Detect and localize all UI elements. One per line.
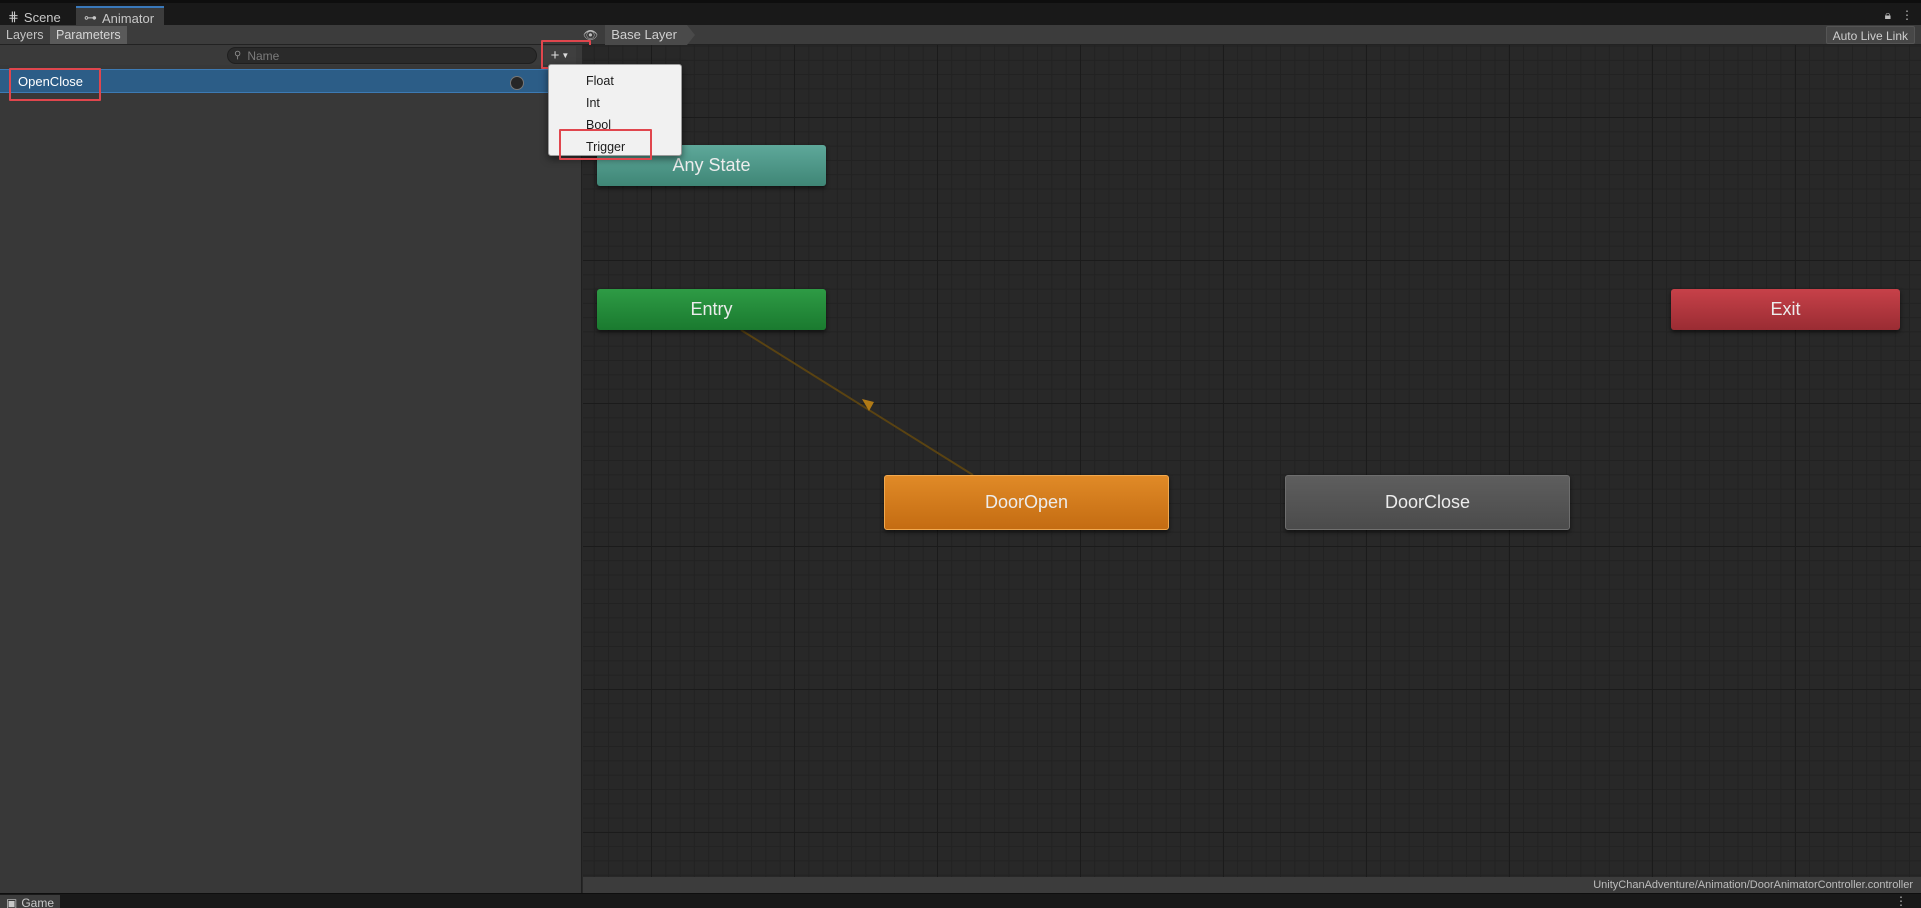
game-controller-icon: ▣ bbox=[6, 896, 18, 908]
breadcrumb: 👁︎ Base Layer bbox=[583, 25, 695, 45]
layers-tab-button[interactable]: Layers bbox=[0, 26, 50, 44]
menu-item-trigger[interactable]: Trigger bbox=[549, 136, 681, 158]
eye-icon[interactable]: 👁︎ bbox=[583, 28, 598, 42]
state-entry[interactable]: Entry bbox=[597, 289, 826, 330]
parameter-name[interactable]: OpenClose bbox=[18, 74, 83, 89]
auto-live-link-button[interactable]: Auto Live Link bbox=[1825, 26, 1915, 44]
controller-path: UnityChanAdventure/Animation/DoorAnimato… bbox=[583, 877, 1921, 893]
parameter-type-menu: Float Int Bool Trigger bbox=[548, 64, 682, 156]
parameter-search-input[interactable] bbox=[247, 48, 518, 63]
add-parameter-button[interactable]: + ▼ bbox=[544, 46, 576, 65]
lock-icon[interactable]: 🔒︎ bbox=[1885, 8, 1891, 23]
parameters-panel: ⚲ + ▼ OpenClose bbox=[0, 45, 582, 893]
chevron-down-icon: ▼ bbox=[561, 51, 570, 60]
grid-icon: ⋕ bbox=[8, 9, 19, 24]
more-options-icon[interactable]: ⋮ bbox=[1901, 8, 1913, 23]
parameter-search-field[interactable]: ⚲ bbox=[227, 47, 537, 64]
tab-game[interactable]: ▣ Game bbox=[0, 895, 61, 908]
tab-animator-label: Animator bbox=[102, 10, 155, 26]
tab-game-label: Game bbox=[21, 896, 55, 908]
menu-item-float[interactable]: Float bbox=[549, 70, 681, 92]
breadcrumb-base-layer[interactable]: Base Layer bbox=[605, 25, 695, 45]
state-machine-graph[interactable]: Any State Entry Exit DoorOpen DoorClose bbox=[583, 45, 1921, 877]
plus-icon: + bbox=[550, 47, 560, 64]
parameter-row[interactable]: OpenClose bbox=[0, 69, 582, 93]
more-options-icon[interactable]: ⋮ bbox=[1895, 894, 1907, 908]
animator-icon: ⊶ bbox=[84, 10, 97, 25]
parameters-tab-button[interactable]: Parameters bbox=[50, 26, 127, 44]
state-exit[interactable]: Exit bbox=[1671, 289, 1900, 330]
animator-toolbar: Layers Parameters 👁︎ Base Layer Auto Liv… bbox=[0, 25, 1921, 45]
window-tab-bar: ⋕ Scene ⊶ Animator 🔒︎ ⋮ bbox=[0, 0, 1921, 28]
window-controls: 🔒︎ ⋮ bbox=[1885, 8, 1913, 23]
tab-scene-label: Scene bbox=[23, 9, 61, 25]
bottom-tab-bar: ▣ Game ⋮ bbox=[0, 893, 1921, 908]
menu-item-int[interactable]: Int bbox=[549, 92, 681, 114]
trigger-toggle[interactable] bbox=[510, 76, 524, 90]
search-icon: ⚲ bbox=[234, 50, 242, 61]
state-door-close[interactable]: DoorClose bbox=[1285, 475, 1570, 530]
menu-item-bool[interactable]: Bool bbox=[549, 114, 681, 136]
state-door-open[interactable]: DoorOpen bbox=[884, 475, 1169, 530]
parameter-search-row: ⚲ + ▼ bbox=[0, 45, 582, 65]
